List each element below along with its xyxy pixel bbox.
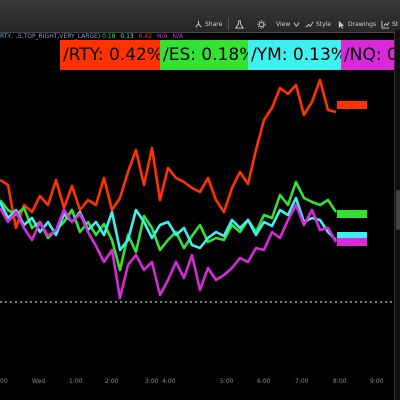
x-tick: 1:00 <box>69 378 83 385</box>
x-tick: 5:00 <box>220 378 234 385</box>
x-tick: 3:00 <box>145 378 159 385</box>
bubble-ym: /YM: 0.13% <box>248 40 345 70</box>
scrollbar-thumb[interactable] <box>396 190 400 230</box>
x-tick: 6:00 <box>257 378 271 385</box>
bubble-nq: /NQ: 0. <box>341 40 400 70</box>
x-tick: 8:00 <box>333 378 347 385</box>
series-end-label <box>337 238 367 246</box>
series-line-nq <box>0 203 338 300</box>
bubble-rty: /RTY: 0.42% <box>60 40 164 70</box>
x-tick: 7:00 <box>295 378 309 385</box>
series-line-rty <box>0 78 337 230</box>
vertical-scrollbar[interactable] <box>394 30 400 400</box>
bubble-es: /ES: 0.18% <box>160 40 252 70</box>
x-tick: 2:00 <box>105 378 119 385</box>
x-tick: 00 <box>0 378 8 385</box>
x-tick: 9:00 <box>370 378 384 385</box>
series-end-label <box>337 210 367 218</box>
series-end-label <box>337 101 367 109</box>
x-tick: 4:00 <box>162 378 176 385</box>
x-tick: Wed <box>32 378 46 385</box>
